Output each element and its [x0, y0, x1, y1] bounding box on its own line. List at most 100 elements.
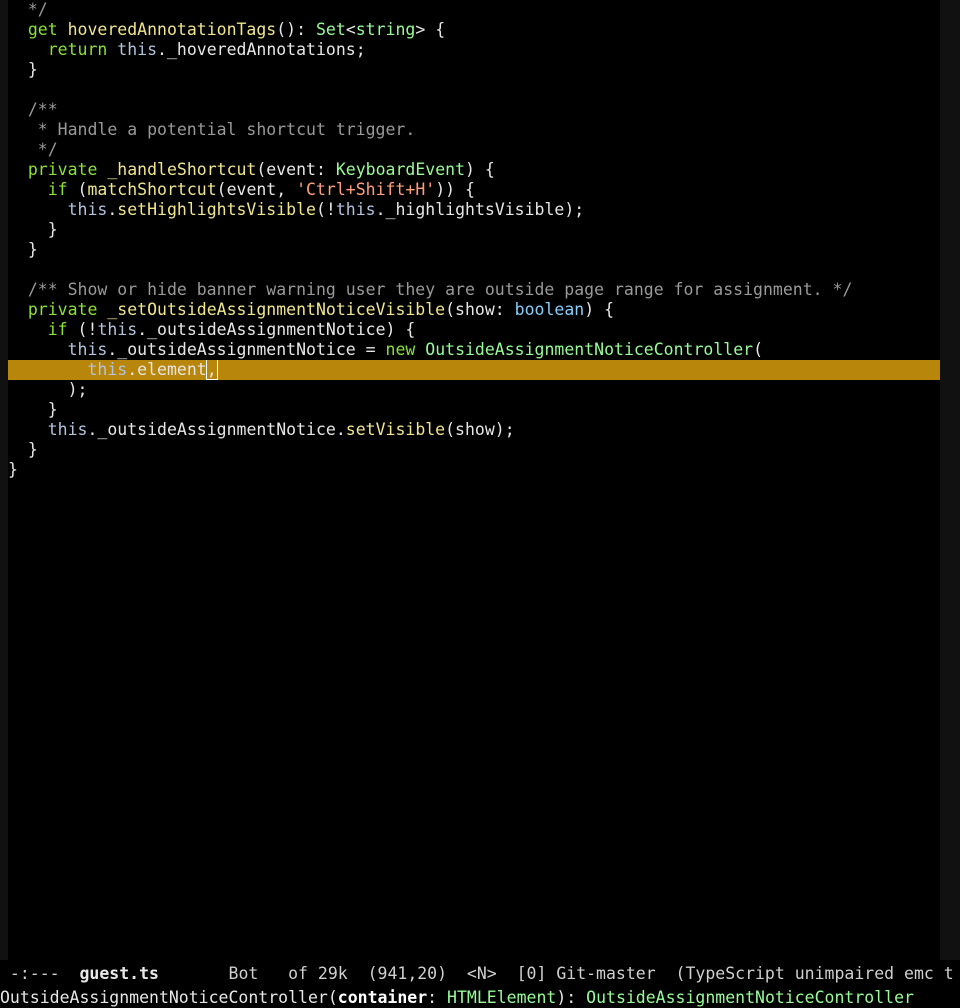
code-line[interactable]: return this._hoveredAnnotations;	[8, 40, 940, 60]
code-line[interactable]: /**	[8, 100, 940, 120]
code-token: (event:	[256, 160, 336, 179]
echo-return-separator: ):	[556, 988, 587, 1007]
code-line[interactable]	[8, 260, 940, 280]
code-token: ():	[276, 20, 316, 39]
code-token: ._outsideAssignmentNotice.	[87, 420, 346, 439]
left-fringe	[0, 0, 8, 960]
code-token: (	[67, 180, 88, 199]
code-token: matchShortcut	[87, 180, 217, 199]
code-token: setVisible	[345, 420, 446, 439]
code-line[interactable]: this.setHighlightsVisible(!this._highlig…	[8, 200, 940, 220]
code-token: OutsideAssignmentNoticeController	[425, 340, 754, 359]
code-token: this	[47, 420, 88, 439]
code-token: > {	[415, 20, 446, 39]
code-token: if	[47, 180, 68, 199]
code-token: setHighlightsVisible	[117, 200, 316, 219]
code-line[interactable]	[8, 80, 940, 100]
code-token: _handleShortcut	[107, 160, 257, 179]
code-token: hoveredAnnotationTags	[67, 20, 277, 39]
code-token: )) {	[435, 180, 475, 199]
code-token: (show);	[445, 420, 515, 439]
code-token: 'Ctrl+Shift+H'	[296, 180, 436, 199]
code-line[interactable]: get hoveredAnnotationTags(): Set<string>…	[8, 20, 940, 40]
echo-function-name: OutsideAssignmentNoticeController(	[0, 988, 338, 1007]
code-token: .element	[127, 360, 207, 379]
code-token: this	[335, 200, 376, 219]
code-token: );	[8, 380, 88, 399]
code-token: * Handle a potential shortcut trigger.	[8, 120, 416, 139]
code-line[interactable]: }	[8, 440, 940, 460]
code-token: }	[8, 60, 38, 79]
code-token: /**	[8, 100, 58, 119]
echo-param-type: HTMLElement	[447, 988, 557, 1007]
modeline-buffer-name[interactable]: guest.ts	[79, 964, 158, 983]
code-token: private	[27, 300, 98, 319]
code-token: KeyboardEvent	[335, 160, 465, 179]
code-token: }	[8, 240, 38, 259]
code-token: return	[47, 40, 108, 59]
code-token: private	[27, 160, 98, 179]
code-token: Set	[316, 20, 346, 39]
code-token: (!	[315, 200, 336, 219]
code-token: }	[8, 440, 38, 459]
code-line[interactable]: }	[8, 400, 940, 420]
code-line[interactable]: this._outsideAssignmentNotice.setVisible…	[8, 420, 940, 440]
code-token: string	[355, 20, 416, 39]
code-token: (!	[67, 320, 98, 339]
modeline-status: -:---	[0, 964, 80, 983]
code-token: if	[47, 320, 68, 339]
code-token: */	[8, 140, 58, 159]
code-token: this	[67, 340, 108, 359]
echo-param-name: container	[337, 988, 428, 1007]
echo-area: OutsideAssignmentNoticeController(contai…	[0, 988, 960, 1008]
current-code-line[interactable]: this.element,	[8, 360, 940, 380]
code-token: (show:	[445, 300, 515, 319]
code-line[interactable]: }	[8, 460, 940, 480]
code-token: this	[97, 320, 138, 339]
code-line[interactable]: */	[8, 140, 940, 160]
code-line[interactable]: if (!this._outsideAssignmentNotice) {	[8, 320, 940, 340]
modeline-position: Bot of 29k (941,20) <N> [0] Git-master (…	[158, 964, 954, 983]
code-line[interactable]: this._outsideAssignmentNotice = new Outs…	[8, 340, 940, 360]
code-line[interactable]: * Handle a potential shortcut trigger.	[8, 120, 940, 140]
code-token: this	[87, 360, 128, 379]
code-line[interactable]: private _setOutsideAssignmentNoticeVisib…	[8, 300, 940, 320]
code-token: this	[117, 40, 158, 59]
code-token: ._hoveredAnnotations;	[157, 40, 366, 59]
code-token: .	[107, 200, 118, 219]
echo-return-type: OutsideAssignmentNoticeController	[586, 988, 914, 1007]
code-token: _setOutsideAssignmentNoticeVisible	[107, 300, 446, 319]
code-token: get	[27, 20, 58, 39]
code-line[interactable]: }	[8, 240, 940, 260]
code-line[interactable]: }	[8, 60, 940, 80]
code-line[interactable]: private _handleShortcut(event: KeyboardE…	[8, 160, 940, 180]
code-token: ._outsideAssignmentNotice =	[107, 340, 386, 359]
code-line[interactable]: );	[8, 380, 940, 400]
code-editor[interactable]: */ get hoveredAnnotationTags(): Set<stri…	[8, 0, 940, 960]
code-token: (	[753, 340, 764, 359]
mode-line: -:--- guest.ts Bot of 29k (941,20) <N> […	[0, 964, 960, 984]
code-token: new	[385, 340, 416, 359]
code-token: <	[345, 20, 356, 39]
code-line[interactable]: }	[8, 220, 940, 240]
code-token: this	[67, 200, 108, 219]
code-token: /** Show or hide banner warning user the…	[8, 280, 853, 299]
code-line[interactable]: */	[8, 0, 940, 20]
code-line[interactable]: if (matchShortcut(event, 'Ctrl+Shift+H')…	[8, 180, 940, 200]
code-token: }	[8, 400, 58, 419]
code-token: boolean	[514, 300, 585, 319]
code-line[interactable]: /** Show or hide banner warning user the…	[8, 280, 940, 300]
